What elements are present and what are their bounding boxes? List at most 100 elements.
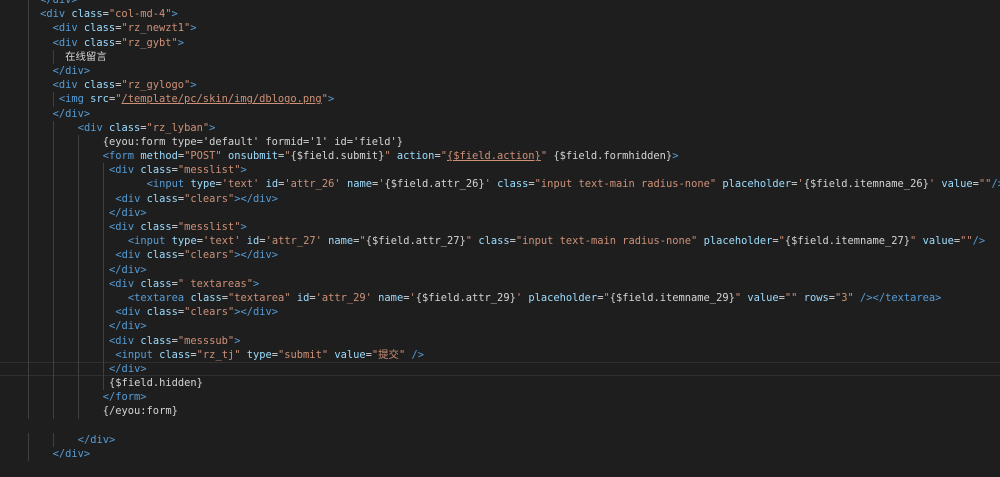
indent-guide — [27, 205, 29, 220]
code-line-content: </div> — [40, 0, 78, 7]
code-line[interactable]: {/eyou:form} — [0, 404, 1000, 419]
code-line-content: <div class="rz_gylogo"> — [53, 78, 197, 92]
code-line-content: </div> — [109, 206, 147, 220]
code-line[interactable]: <div class="rz_gylogo"> — [0, 78, 1000, 93]
code-line[interactable]: <div class="rz_lyban"> — [0, 120, 1000, 135]
code-line[interactable]: </div> — [0, 361, 1000, 377]
indent-guide — [27, 404, 29, 419]
token-tag: /> — [991, 178, 1000, 191]
code-line[interactable]: <input class="rz_tj" type="submit" value… — [0, 347, 1000, 362]
code-line-content: </div> — [109, 319, 147, 333]
token-attr: type — [246, 348, 272, 361]
token-tag: <div — [52, 22, 78, 35]
token-tag: </div> — [109, 263, 147, 276]
code-line-content: <div class="rz_gybt"> — [53, 36, 184, 50]
indent-guide — [27, 120, 29, 135]
token-tag: <div — [109, 277, 135, 290]
code-line[interactable]: <div class="clears"></div> — [0, 305, 1000, 320]
code-line[interactable]: </div> — [0, 319, 1000, 334]
code-line-content: </div> — [109, 362, 147, 376]
code-line[interactable]: <div class="clears"></div> — [0, 191, 1000, 206]
indent-guide — [27, 163, 29, 178]
token-tag: </div> — [77, 433, 116, 446]
indent-guide — [52, 376, 54, 391]
code-line[interactable]: </div> — [0, 63, 1000, 79]
token-str: "clears" — [184, 306, 235, 319]
token-attr: id — [296, 291, 310, 304]
token-attr: class — [140, 164, 172, 177]
code-line[interactable]: <input type='text' id='attr_26' name='{$… — [0, 177, 1000, 192]
token-tag: </div> — [52, 107, 91, 120]
token-tag: /> — [411, 348, 424, 361]
token-attr: class — [146, 306, 178, 319]
code-line[interactable]: <input type='text' id='attr_27' name="{$… — [0, 234, 1000, 249]
indent-guide — [27, 305, 29, 320]
code-line[interactable]: 在线留言 — [0, 49, 1000, 64]
token-attr: type — [171, 235, 197, 248]
code-line[interactable]: </div> — [0, 205, 1000, 220]
code-line[interactable] — [0, 461, 1000, 475]
code-editor[interactable]: </div> <div class="col-md-4"> <div class="… — [0, 0, 1000, 477]
indent-guide — [52, 205, 54, 220]
code-line[interactable]: {eyou:form type='default' formid='1' id=… — [0, 134, 1000, 150]
indent-guide — [27, 191, 29, 206]
indent-guide — [27, 35, 29, 50]
code-line[interactable]: </div> — [0, 0, 1000, 8]
code-line[interactable]: <div class="col-md-4"> — [0, 7, 1000, 22]
code-line-content: {eyou:form type='default' formid='1' id=… — [103, 135, 403, 149]
code-line[interactable]: <div class="rz_gybt"> — [0, 35, 1000, 50]
token-str: "rz_gybt" — [121, 36, 178, 49]
code-line[interactable]: <div class="rz_newzt1"> — [0, 21, 1000, 36]
code-line[interactable]: <div class="clears"></div> — [0, 248, 1000, 263]
code-area[interactable]: </div> <div class="col-md-4"> <div class="… — [0, 0, 1000, 475]
code-line[interactable]: </div> — [0, 106, 1000, 121]
token-tag: </div> — [109, 320, 147, 333]
indent-guide — [102, 333, 104, 348]
token-tag: </div> — [52, 64, 91, 77]
code-line-content: <input type='text' id='attr_26' name='{$… — [147, 177, 1000, 191]
token-tag: > — [177, 36, 185, 49]
code-line[interactable]: <div class=" textareas"> — [0, 276, 1000, 291]
code-line[interactable]: </div> — [0, 447, 1000, 462]
indent-guide — [102, 163, 104, 178]
code-line[interactable]: </div> — [0, 432, 1000, 447]
indent-guide — [77, 177, 79, 192]
token-tag: <div — [115, 306, 141, 319]
indent-guide — [27, 290, 29, 306]
code-line-content: <div class="col-md-4"> — [40, 7, 178, 21]
indent-guide — [52, 191, 54, 206]
code-line[interactable]: <div class="messlist"> — [0, 220, 1000, 235]
code-line[interactable]: </form> — [0, 390, 1000, 405]
code-line[interactable]: <img src="/template/pc/skin/img/dblogo.p… — [0, 92, 1000, 107]
token-attr: name — [378, 291, 404, 304]
token-attr: onsubmit — [227, 150, 278, 163]
indent-guide — [27, 319, 29, 334]
token-tag: > — [240, 221, 247, 233]
code-line[interactable]: </div> — [0, 262, 1000, 277]
code-line[interactable]: {$field.hidden} — [0, 376, 1000, 391]
token-tag: <img — [58, 93, 84, 106]
code-line[interactable]: <div class="messlist"> — [0, 163, 1000, 178]
indent-guide — [77, 220, 79, 235]
token-tag: <input — [146, 178, 185, 191]
indent-guide — [27, 333, 29, 348]
code-line[interactable]: <form method="POST" onsubmit="{$field.su… — [0, 149, 1000, 164]
indent-guide — [27, 177, 29, 192]
code-line[interactable]: <div class="messsub"> — [0, 333, 1000, 348]
code-line-content: </div> — [109, 263, 147, 277]
indent-guide — [77, 234, 79, 249]
indent-guide — [27, 432, 29, 447]
token-tag: <div — [109, 334, 135, 347]
indent-guide — [77, 163, 79, 178]
token-tag: <div — [115, 249, 141, 262]
code-line[interactable]: <textarea class="textarea" id='attr_29' … — [0, 290, 1000, 306]
token-attr: placeholder — [528, 291, 598, 304]
code-line[interactable] — [0, 419, 1000, 433]
token-str: "rz_newzt1" — [121, 22, 191, 35]
token-attr: type — [190, 178, 216, 191]
indent-guide — [77, 276, 79, 291]
token-tag: <div — [52, 36, 78, 49]
token-str: "clears" — [184, 192, 235, 205]
token-tag: > — [234, 334, 241, 347]
token-attr: placeholder — [703, 235, 773, 248]
